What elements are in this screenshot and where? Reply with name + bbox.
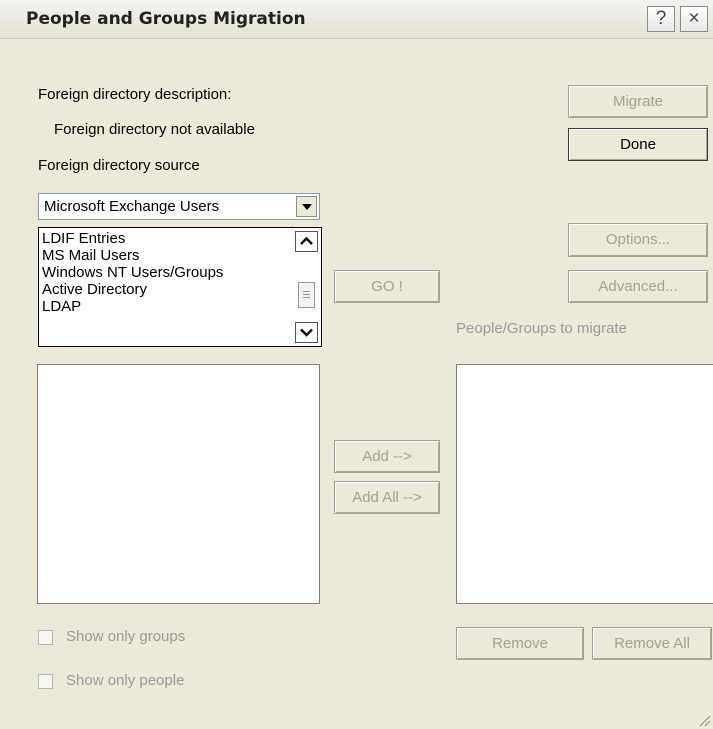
grip-line	[303, 294, 310, 295]
go-button[interactable]: GO !	[334, 270, 440, 303]
add-all-button[interactable]: Add All -->	[334, 481, 440, 514]
scroll-up-button[interactable]	[295, 231, 318, 252]
directory-description-value: Foreign directory not available	[54, 121, 255, 138]
advanced-button[interactable]: Advanced...	[568, 270, 708, 303]
add-button[interactable]: Add -->	[334, 440, 440, 473]
help-button[interactable]: ?	[647, 6, 675, 32]
migration-dialog: People and Groups Migration ? × Foreign …	[0, 0, 713, 729]
chevron-up-icon	[300, 236, 313, 245]
show-only-people-label: Show only people	[66, 672, 185, 689]
chevron-down-icon	[302, 204, 312, 210]
grip-line	[303, 291, 310, 292]
list-item[interactable]: LDIF Entries	[42, 231, 125, 247]
directory-description-label: Foreign directory description:	[38, 86, 232, 103]
scroll-thumb[interactable]	[298, 282, 315, 308]
list-scrollbar[interactable]	[295, 231, 318, 343]
dropdown-arrow-button[interactable]	[296, 196, 317, 217]
selected-source: Microsoft Exchange Users	[44, 198, 220, 215]
migrate-button[interactable]: Migrate	[568, 85, 708, 118]
directory-source-list[interactable]: LDIF Entries MS Mail Users Windows NT Us…	[38, 227, 322, 347]
show-only-groups-label: Show only groups	[66, 628, 186, 645]
people-groups-label: People/Groups to migrate	[456, 320, 627, 337]
remove-all-button[interactable]: Remove All	[592, 627, 712, 660]
chevron-down-icon	[300, 328, 313, 337]
list-item[interactable]: Active Directory	[42, 282, 147, 298]
remove-button[interactable]: Remove	[456, 627, 584, 660]
show-only-people-checkbox[interactable]	[38, 674, 53, 689]
done-button[interactable]: Done	[568, 128, 708, 161]
close-button[interactable]: ×	[680, 6, 708, 32]
show-only-groups-checkbox[interactable]	[38, 630, 53, 645]
options-button[interactable]: Options...	[568, 223, 708, 257]
list-item[interactable]: LDAP	[42, 299, 81, 315]
title-bar[interactable]: People and Groups Migration ? ×	[0, 0, 713, 39]
directory-source-select[interactable]: Microsoft Exchange Users	[38, 193, 320, 220]
window-title: People and Groups Migration	[26, 9, 306, 29]
scroll-down-button[interactable]	[295, 322, 318, 343]
resize-grip-icon[interactable]	[697, 713, 711, 727]
grip-line	[303, 297, 310, 298]
list-item[interactable]: MS Mail Users	[42, 248, 140, 264]
people-groups-to-migrate-list[interactable]	[456, 364, 713, 604]
directory-source-label: Foreign directory source	[38, 157, 200, 174]
list-item[interactable]: Windows NT Users/Groups	[42, 265, 223, 281]
available-entries-list[interactable]	[37, 364, 320, 604]
